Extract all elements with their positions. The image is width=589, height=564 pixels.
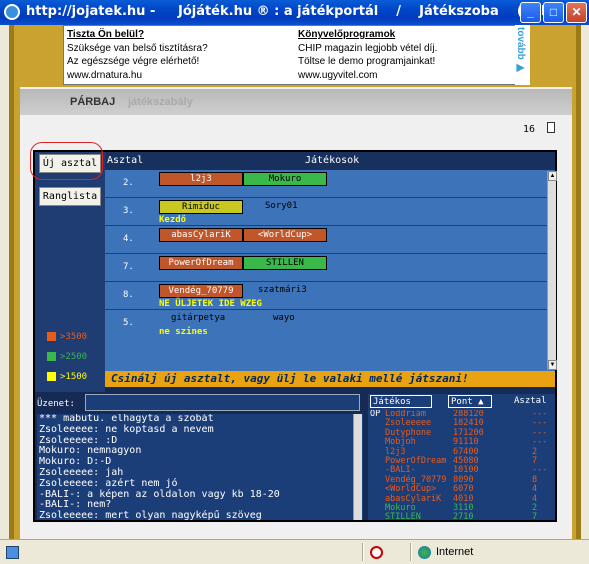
table-row[interactable]: 5. gitárpetya wayo ne szines [105,310,547,338]
scroll-up-icon[interactable]: ▲ [548,171,557,181]
table-header: Asztal Játékosok [105,152,555,170]
ad-url[interactable]: www.drnatura.hu [67,69,208,83]
table-row[interactable]: 2. l2j3 Mokuro [105,170,547,198]
table-note: NE ÜLJETEK IDE WZEG [159,299,262,309]
highlight-circle [30,142,103,180]
legend-swatch [47,372,56,381]
chat-line: Zsoleeeee: ne koptasd a nevem [39,423,214,435]
ad-line: Töltse le demo programjainkat! [298,56,436,67]
more-ads-link[interactable]: tovább ▶ [515,25,530,85]
internet-explorer-icon [4,4,20,20]
nav-rules[interactable]: játékszabály [128,96,193,108]
players-list: OP Loddriam 288120 --- Zsoleeeee 182410 --- Dut… [368,410,555,520]
legend-item: >3500 [47,332,87,342]
table-row[interactable]: 7. PowerOfDream STILLEN [105,254,547,282]
game-room: Új asztal Ranglista >3500 >2500 >1500 As… [30,142,557,522]
ranking-button[interactable]: Ranglista [39,187,101,206]
browser-window: http://jojatek.hu - Jójáték.hu ® : a ját… [0,0,589,564]
minimize-button[interactable]: _ [520,2,541,23]
seat-1[interactable]: Rimiduc [159,200,243,214]
player-points: 2710 [453,512,474,520]
game-sidebar: Új asztal Ranglista >3500 >2500 >1500 [30,142,105,392]
ad-2[interactable]: Könyvelőprogramok CHIP magazin legjobb v… [298,28,437,82]
players-header: Játékos Pont ▲ Asztal [368,394,555,410]
player-flag: OP [370,410,381,419]
page-icon [6,546,19,559]
table-number: 8. [123,290,134,300]
table-note: Kezdő [159,215,187,225]
legend-swatch [47,332,56,341]
ad-line: CHIP magazin legjobb vétel díj. [298,42,438,54]
player-row[interactable]: STILLEN 2710 7 [368,512,555,520]
player-name[interactable]: STILLEN [385,512,421,520]
seat-1[interactable]: gitárpetya [171,313,225,323]
internet-zone-icon [418,546,431,559]
seat-2[interactable]: STILLEN [243,256,327,270]
chat-line: Zsoleeeee: mert olyan nagyképű szöveg [39,510,262,520]
seat-2[interactable]: Sory01 [265,201,298,211]
seat-1[interactable]: abasCylariK [159,228,243,242]
window-title: http://jojatek.hu - Jójáték.hu ® : a ját… [26,4,565,19]
legend-item: >1500 [47,372,87,382]
table-row[interactable]: 3. Rimiduc Sory01 Kezdő [105,198,547,226]
nav-parbaj[interactable]: PÁRBAJ [70,96,115,108]
col-players: Játékosok [305,155,360,166]
security-zone: Internet [436,546,474,558]
seat-1[interactable]: Vendég_70779 [159,284,243,298]
ad-url[interactable]: www.ugyvitel.com [298,69,437,83]
table-row[interactable]: 8. Vendég_70779 szatmári3 NE ÜLJETEK IDE… [105,282,547,310]
scroll-down-icon[interactable]: ▼ [548,360,557,370]
message-label: Üzenet: [37,399,75,409]
online-counter: 16 [523,124,536,135]
chat-scrollbar[interactable] [353,414,362,520]
ad-line: Szüksége van belső tisztításra? [67,42,208,54]
seat-2[interactable]: Mokuro [243,172,327,186]
hint-banner: Csinálj új asztalt, vagy ülj le valaki m… [105,371,555,387]
tables-list: 2. l2j3 Mokuro 3. Rimiduc Sory01 Kezdő 4… [105,170,555,371]
table-number: 4. [123,234,134,244]
table-note: ne szines [159,327,208,337]
title-bar: http://jojatek.hu - Jójáték.hu ® : a ját… [0,0,589,25]
ad-line: Az egészsége végre elérhető! [67,56,200,67]
seat-2[interactable]: wayo [273,313,295,323]
status-bar: Internet [0,539,589,564]
seat-2[interactable]: szatmári3 [258,285,307,295]
table-number: 7. [123,262,134,272]
player-table: 7 [532,512,538,520]
col-player[interactable]: Játékos [370,395,432,408]
col-points[interactable]: Pont ▲ [448,395,492,408]
ad-title[interactable]: Könyvelőprogramok [298,28,437,42]
game-nav: PÁRBAJ játékszabály [20,89,572,115]
table-row[interactable]: 4. abasCylariK <WorldCup> [105,226,547,254]
tables-scrollbar[interactable]: ▲ ▼ [547,171,557,370]
seat-1[interactable]: PowerOfDream [159,256,243,270]
table-number: 3. [123,206,134,216]
chat-line: Zsoleeeee: azért nem jó [39,477,178,489]
ad-banner: Tiszta Ön belül? Szüksége van belső tisz… [63,25,530,85]
seat-2[interactable]: <WorldCup> [243,228,327,242]
col-table: Asztal [107,155,144,166]
sort-up-icon[interactable]: ▲ [478,397,483,407]
maximize-button[interactable]: □ [543,2,564,23]
col-table[interactable]: Asztal [514,395,547,408]
legend-swatch [47,352,56,361]
legend-item: >2500 [47,352,87,362]
ad-title[interactable]: Tiszta Ön belül? [67,28,208,42]
popup-blocked-icon[interactable] [370,546,383,559]
lock-icon[interactable] [547,122,555,133]
table-number: 5. [123,318,134,328]
table-number: 2. [123,178,134,188]
chat-log: *** mabutu. elhagyta a szobát Zsoleeeee:… [37,414,363,520]
message-input[interactable] [85,394,360,411]
seat-1[interactable]: l2j3 [159,172,243,186]
ad-1[interactable]: Tiszta Ön belül? Szüksége van belső tisz… [67,28,208,82]
close-button[interactable]: ✕ [566,2,587,23]
